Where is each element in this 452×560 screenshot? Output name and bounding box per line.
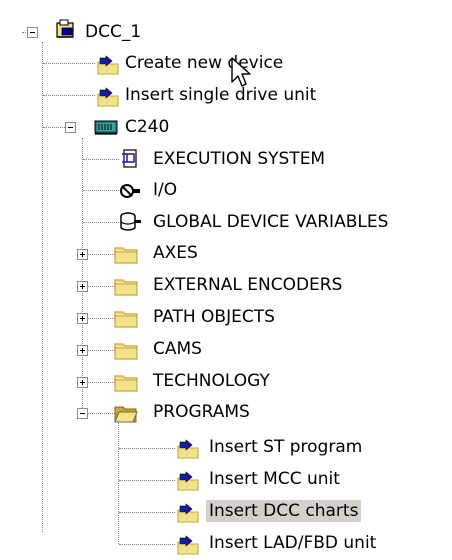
tree-line <box>42 42 43 532</box>
tree-line <box>83 190 119 191</box>
expand-toggle[interactable] <box>77 345 88 356</box>
folder-open-icon <box>114 406 138 423</box>
tree-line <box>87 350 115 351</box>
folder-icon <box>114 343 138 360</box>
tree-node-execution-system[interactable]: EXECUTION SYSTEM <box>150 148 328 170</box>
tree-line <box>119 512 175 513</box>
folder-arrow-icon <box>177 439 199 459</box>
io-icon <box>120 184 140 198</box>
tree-line <box>87 286 115 287</box>
tree-node-axes[interactable]: AXES <box>150 242 201 264</box>
tree-line <box>119 448 175 449</box>
tree-node-cams[interactable]: CAMS <box>150 338 205 360</box>
tree-line <box>43 95 95 96</box>
device-chip-icon <box>94 120 118 135</box>
tree-node-root-label[interactable]: DCC_1 <box>82 21 144 43</box>
action-insert-lad-fbd-unit[interactable]: Insert LAD/FBD unit <box>206 532 379 554</box>
tree-line <box>43 127 67 128</box>
tree-line <box>87 318 115 319</box>
folder-arrow-icon <box>177 503 199 523</box>
tree-line <box>43 63 95 64</box>
folder-icon <box>114 247 138 264</box>
tree-node-external-encoders[interactable]: EXTERNAL ENCODERS <box>150 274 345 296</box>
tree-line <box>87 382 115 383</box>
action-insert-single-drive-unit[interactable]: Insert single drive unit <box>122 84 319 106</box>
collapse-toggle[interactable] <box>77 408 88 419</box>
folder-arrow-icon <box>177 471 199 491</box>
collapse-toggle[interactable] <box>65 122 76 133</box>
folder-arrow-icon <box>97 87 119 107</box>
tree-line <box>119 480 175 481</box>
tree-line <box>87 254 115 255</box>
folder-icon <box>114 375 138 392</box>
tree-node-programs[interactable]: PROGRAMS <box>150 401 253 423</box>
folder-icon <box>114 279 138 296</box>
project-icon <box>56 19 74 38</box>
tree-node-c240-label[interactable]: C240 <box>122 116 172 138</box>
expand-toggle[interactable] <box>77 377 88 388</box>
folder-icon <box>114 311 138 328</box>
action-insert-dcc-charts[interactable]: Insert DCC charts <box>206 500 362 522</box>
project-tree: DCC_1 Create new device Insert single dr… <box>0 0 452 560</box>
tree-node-path-objects[interactable]: PATH OBJECTS <box>150 306 278 328</box>
tree-node-technology[interactable]: TECHNOLOGY <box>150 370 273 392</box>
action-insert-mcc-unit[interactable]: Insert MCC unit <box>206 468 343 490</box>
database-icon <box>120 212 141 231</box>
expand-toggle[interactable] <box>77 249 88 260</box>
action-insert-st-program[interactable]: Insert ST program <box>206 436 365 458</box>
folder-arrow-icon <box>97 55 119 75</box>
tree-line <box>83 222 119 223</box>
execution-system-icon <box>122 149 137 168</box>
collapse-toggle[interactable] <box>27 27 38 38</box>
action-create-new-device[interactable]: Create new device <box>122 52 286 74</box>
mouse-cursor-icon <box>231 57 251 87</box>
tree-node-global-device-variables[interactable]: GLOBAL DEVICE VARIABLES <box>150 211 391 233</box>
expand-toggle[interactable] <box>77 313 88 324</box>
tree-line <box>87 413 115 414</box>
tree-line <box>83 159 119 160</box>
tree-node-io[interactable]: I/O <box>150 179 180 201</box>
expand-toggle[interactable] <box>77 281 88 292</box>
folder-arrow-icon <box>177 535 199 555</box>
tree-line <box>119 544 175 545</box>
